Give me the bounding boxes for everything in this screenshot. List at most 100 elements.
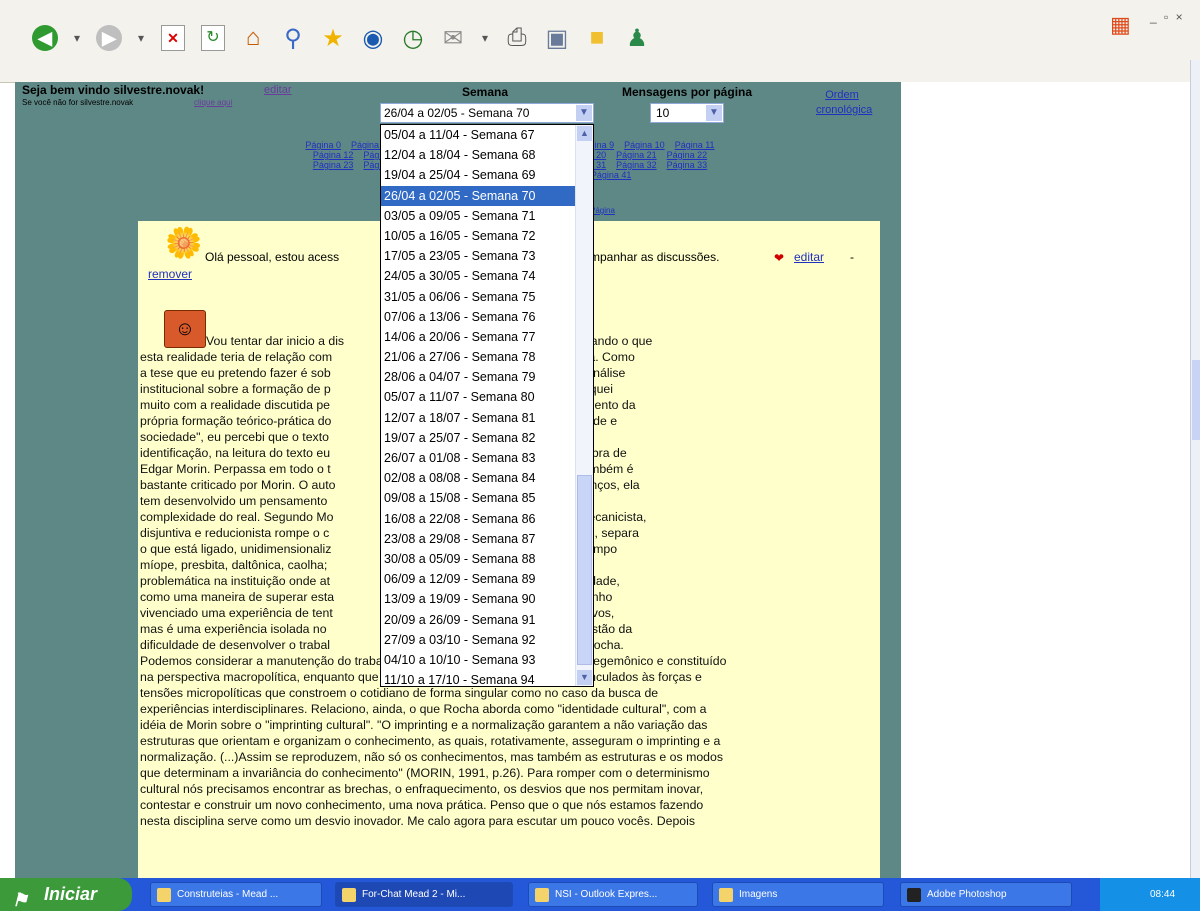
remove-message-link[interactable]: remover [148,267,192,281]
week-option[interactable]: 05/07 a 11/07 - Semana 80 [381,387,593,407]
messages-per-page-label: Mensagens por página [622,85,753,99]
system-tray: 08:44 [1100,878,1200,911]
week-option[interactable]: 23/08 a 29/08 - Semana 87 [381,529,593,549]
history-icon[interactable]: ◷ [396,22,430,54]
scroll-thumb[interactable] [577,475,592,665]
click-here-link[interactable]: clique aqui [194,98,232,107]
heart-icon: ❤ [774,251,785,265]
week-option[interactable]: 30/08 a 05/09 - Semana 88 [381,549,593,569]
discuss-icon[interactable]: ■ [580,22,614,54]
week-option[interactable]: 27/09 a 03/10 - Semana 92 [381,630,593,650]
week-select-value: 26/04 a 02/05 - Semana 70 [384,106,530,120]
flower-pot-avatar-icon: 🌼 [165,227,203,260]
start-button[interactable]: ⚑ Iniciar [0,878,132,911]
week-option[interactable]: 19/07 a 25/07 - Semana 82 [381,428,593,448]
week-dropdown-list[interactable]: 05/04 a 11/04 - Semana 67 12/04 a 18/04 -… [380,124,594,687]
back-dropdown-icon[interactable]: ▾ [68,22,86,54]
week-option[interactable]: 28/06 a 04/07 - Semana 79 [381,367,593,387]
message-line: contestar e construir um novo conhecimen… [140,798,704,812]
week-option[interactable]: 13/09 a 19/09 - Semana 90 [381,589,593,609]
scroll-up-icon[interactable]: ▲ [577,126,592,141]
week-option[interactable]: 26/07 a 01/08 - Semana 83 [381,448,593,468]
week-option[interactable]: 21/06 a 27/06 - Semana 78 [381,347,593,367]
week-option[interactable]: 09/08 a 15/08 - Semana 85 [381,488,593,508]
chevron-down-icon[interactable]: ▼ [706,105,722,121]
edit-message-link[interactable]: editar [794,250,824,264]
message-line: experiências interdisciplinares. Relacio… [140,702,707,716]
message-line: estruturas que orientam e organizam o co… [140,734,721,748]
week-option[interactable]: 20/09 a 26/09 - Semana 91 [381,610,593,630]
week-option[interactable]: 24/05 a 30/05 - Semana 74 [381,266,593,286]
messages-per-page-select[interactable]: 10 ▼ [650,103,724,123]
home-icon[interactable]: ⌂ [236,22,270,54]
messenger-icon[interactable]: ♟ [620,22,654,54]
windows-logo-icon: ▦ [1110,12,1131,37]
forward-dropdown-icon[interactable]: ▾ [132,22,150,54]
favorites-icon[interactable]: ★ [316,22,350,54]
back-icon[interactable]: ◀ [28,22,62,54]
scroll-down-icon[interactable]: ▼ [577,670,592,685]
refresh-icon[interactable]: ↻ [196,22,230,54]
chronological-order-link[interactable]: Ordem cronológica [816,88,872,118]
welcome-text: Seja bem vindo silvestre.novak! [22,83,205,97]
week-option[interactable]: 07/06 a 13/06 - Semana 76 [381,307,593,327]
stop-icon[interactable]: ✕ [156,22,190,54]
edit-icon[interactable]: ▣ [540,22,574,54]
week-option[interactable]: 11/10 a 17/10 - Semana 94 [381,670,593,686]
message-line: tensões micropolíticas que constroem o c… [140,686,659,700]
task-construteias[interactable]: Construteias - Mead ... [150,882,322,907]
window-controls[interactable]: _ ▫ × [1150,10,1185,24]
task-imagens[interactable]: Imagens [712,882,884,907]
dropdown-scrollbar[interactable]: ▲ ▼ [575,125,593,686]
week-option[interactable]: 12/04 a 18/04 - Semana 68 [381,145,593,165]
taskbar: ⚑ Iniciar Construteias - Mead ... For-Ch… [0,878,1200,911]
week-option[interactable]: 04/10 a 10/10 - Semana 93 [381,650,593,670]
start-label: Iniciar [44,884,98,904]
week-select[interactable]: 26/04 a 02/05 - Semana 70 ▼ [380,103,594,123]
week-option[interactable]: 10/05 a 16/05 - Semana 72 [381,226,593,246]
forward-icon[interactable]: ▶ [92,22,126,54]
week-option[interactable]: 19/04 a 25/04 - Semana 69 [381,165,593,185]
task-for-chat[interactable]: For-Chat Mead 2 - Mi... [335,882,513,907]
media-icon[interactable]: ◉ [356,22,390,54]
separator: - [850,250,854,264]
mail-dropdown-icon[interactable]: ▾ [476,22,494,54]
week-option[interactable]: 17/05 a 23/05 - Semana 73 [381,246,593,266]
outlook-icon [535,888,549,902]
week-option[interactable]: 31/05 a 06/06 - Semana 75 [381,287,593,307]
week-option[interactable]: 06/09 a 12/09 - Semana 89 [381,569,593,589]
week-option[interactable]: 16/08 a 22/08 - Semana 86 [381,509,593,529]
week-option[interactable]: 14/06 a 20/06 - Semana 77 [381,327,593,347]
week-option[interactable]: 26/04 a 02/05 - Semana 70 [381,185,593,206]
mail-icon[interactable]: ✉ [436,22,470,54]
week-option[interactable]: 02/08 a 08/08 - Semana 84 [381,468,593,488]
search-icon[interactable]: ⚲ [276,22,310,54]
chevron-down-icon[interactable]: ▼ [576,105,592,121]
ie-icon [157,888,171,902]
message-line: normalização. (...)Assim se reproduzem, … [140,750,723,764]
page-link[interactable]: Página 12 [313,150,354,160]
print-icon[interactable]: ⎙ [500,22,534,54]
page-link[interactable]: Página 41 [591,170,632,180]
page-link[interactable]: Página 23 [313,160,354,170]
photoshop-icon [907,888,921,902]
week-label: Semana [462,85,509,99]
windows-flag-icon: ⚑ [12,890,29,910]
task-photoshop[interactable]: Adobe Photoshop [900,882,1072,907]
page-scrollbar[interactable] [1190,60,1200,878]
page-link[interactable]: Página 11 [675,140,715,150]
page-link[interactable]: Página 32 [616,160,657,170]
task-outlook[interactable]: NSI - Outlook Expres... [528,882,698,907]
page-link[interactable]: Página 10 [624,140,665,150]
page-link[interactable]: Página 33 [667,160,708,170]
page-link[interactable]: Página 22 [667,150,708,160]
page-link[interactable]: Página 21 [616,150,657,160]
week-option[interactable]: 05/04 a 11/04 - Semana 67 [381,125,593,145]
messages-per-page-value: 10 [656,106,670,120]
week-option[interactable]: 12/07 a 18/07 - Semana 81 [381,408,593,428]
edit-profile-link[interactable]: editar [264,84,292,96]
week-option[interactable]: 03/05 a 09/05 - Semana 71 [381,206,593,226]
page-link[interactable]: Página 0 [305,140,341,150]
message1-text-right: mpanhar as discussões. [590,250,720,264]
ie-icon [342,888,356,902]
